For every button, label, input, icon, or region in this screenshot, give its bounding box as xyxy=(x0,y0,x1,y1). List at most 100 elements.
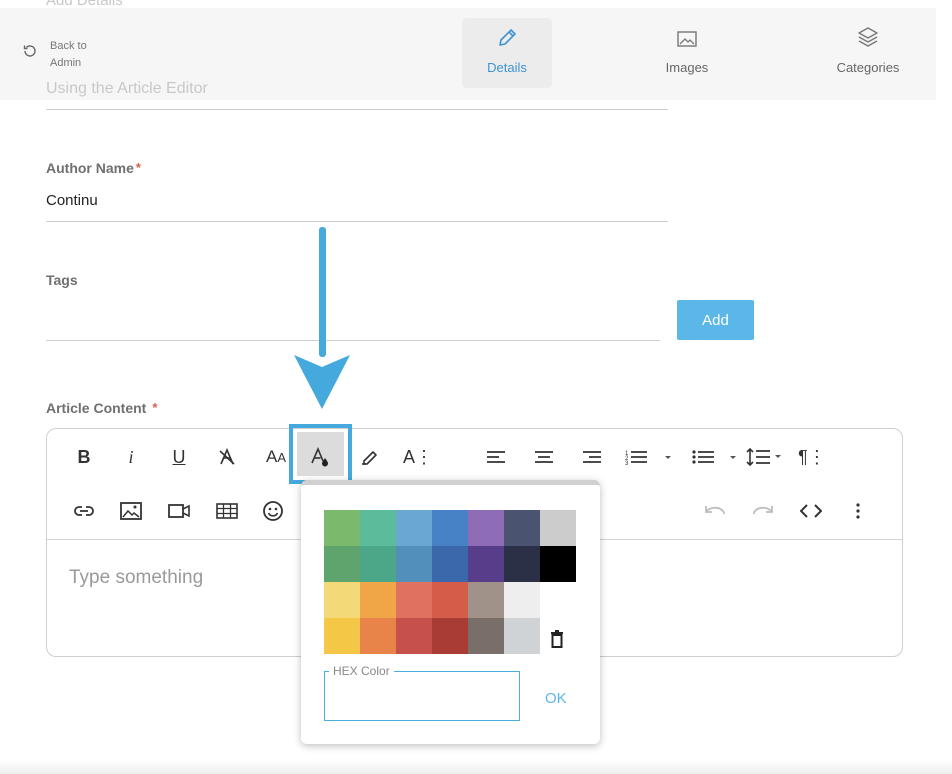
insert-video-button[interactable] xyxy=(162,494,196,528)
required-mark: * xyxy=(135,160,141,175)
color-picker-popup: HEX Color OK xyxy=(301,480,600,744)
color-swatch[interactable] xyxy=(540,510,576,546)
bold-button[interactable]: B xyxy=(67,440,101,474)
color-swatch[interactable] xyxy=(504,546,540,582)
text-color-highlight-annotation xyxy=(289,424,352,484)
redo-icon xyxy=(752,504,774,518)
italic-icon: i xyxy=(128,446,134,467)
link-button[interactable] xyxy=(67,494,101,528)
required-mark: * xyxy=(152,400,158,415)
code-view-button[interactable] xyxy=(794,494,828,528)
insert-table-button[interactable] xyxy=(210,494,244,528)
line-height-button[interactable] xyxy=(744,440,788,474)
hex-color-label: HEX Color xyxy=(329,664,394,678)
font-family-icon: A⋮ xyxy=(402,446,433,467)
align-right-icon xyxy=(582,449,602,465)
back-to-admin-link[interactable]: Back to Admin xyxy=(22,38,100,72)
subtitle-underline xyxy=(46,109,668,110)
font-family-button[interactable]: A⋮ xyxy=(401,440,435,474)
color-swatch[interactable] xyxy=(432,510,468,546)
highlight-button[interactable] xyxy=(352,440,386,474)
color-swatch[interactable] xyxy=(468,510,504,546)
add-tag-button[interactable]: Add xyxy=(677,300,754,340)
unordered-list-button[interactable] xyxy=(689,440,743,474)
video-icon xyxy=(168,503,190,519)
color-swatch[interactable] xyxy=(360,510,396,546)
color-swatch[interactable] xyxy=(504,510,540,546)
color-swatch[interactable] xyxy=(324,582,360,618)
remove-color-button[interactable] xyxy=(550,630,564,653)
color-swatch[interactable] xyxy=(468,618,504,654)
color-swatch[interactable] xyxy=(396,510,432,546)
article-content-label: Article Content * xyxy=(46,400,157,416)
color-swatch[interactable] xyxy=(504,618,540,654)
author-underline xyxy=(46,221,668,222)
underline-button[interactable]: U xyxy=(162,440,196,474)
author-name-label: Author Name * xyxy=(46,160,141,176)
back-link-label: Back to Admin xyxy=(50,40,87,69)
tab-images[interactable]: Images xyxy=(642,18,732,88)
svg-text:3: 3 xyxy=(625,461,629,466)
align-center-icon xyxy=(534,449,554,465)
tab-images-label: Images xyxy=(665,60,709,75)
editor-placeholder[interactable]: Type something xyxy=(69,567,203,589)
tags-underline xyxy=(46,340,660,341)
bold-icon: B xyxy=(77,446,91,467)
color-swatch[interactable] xyxy=(396,618,432,654)
align-left-button[interactable] xyxy=(479,440,513,474)
redo-button[interactable] xyxy=(746,494,780,528)
color-swatch[interactable] xyxy=(468,546,504,582)
color-swatch[interactable] xyxy=(324,510,360,546)
author-name-input[interactable]: Continu xyxy=(46,192,98,209)
color-swatch[interactable] xyxy=(432,546,468,582)
color-swatch[interactable] xyxy=(432,618,468,654)
undo-icon xyxy=(704,504,726,518)
align-right-button[interactable] xyxy=(575,440,609,474)
unordered-list-icon xyxy=(692,448,740,466)
color-swatch[interactable] xyxy=(324,546,360,582)
underline-icon: U xyxy=(172,446,186,467)
down-arrow-annotation xyxy=(292,225,352,416)
tab-details-label: Details xyxy=(487,60,527,75)
tab-categories-label: Categories xyxy=(836,60,900,75)
color-swatch[interactable] xyxy=(324,618,360,654)
ordered-list-button[interactable]: 123 xyxy=(622,440,676,474)
tab-categories[interactable]: Categories xyxy=(823,18,913,88)
article-content-label-text: Article Content xyxy=(46,400,147,416)
tags-input[interactable] xyxy=(46,300,660,338)
hex-color-input[interactable] xyxy=(324,671,520,721)
color-swatch[interactable] xyxy=(396,582,432,618)
more-vertical-icon xyxy=(856,503,860,519)
undo-button[interactable] xyxy=(698,494,732,528)
align-center-button[interactable] xyxy=(527,440,561,474)
code-icon xyxy=(800,504,822,518)
tab-details[interactable]: Details xyxy=(462,18,552,88)
color-swatch[interactable] xyxy=(504,582,540,618)
clear-format-button[interactable] xyxy=(210,440,244,474)
color-swatch[interactable] xyxy=(540,546,576,582)
font-size-icon: AA xyxy=(265,447,286,466)
clear-format-icon xyxy=(218,448,236,466)
insert-emoji-button[interactable] xyxy=(256,494,290,528)
color-swatch[interactable] xyxy=(360,618,396,654)
line-height-icon xyxy=(746,447,786,467)
color-swatch[interactable] xyxy=(360,582,396,618)
italic-button[interactable]: i xyxy=(114,440,148,474)
color-swatch[interactable] xyxy=(468,582,504,618)
color-swatch[interactable] xyxy=(432,582,468,618)
table-icon xyxy=(216,503,238,519)
ordered-list-icon: 123 xyxy=(625,448,673,466)
ok-button[interactable]: OK xyxy=(545,690,567,707)
highlighter-icon xyxy=(359,448,379,466)
image-icon xyxy=(676,29,698,52)
bottom-shadow xyxy=(0,760,952,774)
insert-image-button[interactable] xyxy=(114,494,148,528)
history-icon xyxy=(22,43,38,64)
layers-icon xyxy=(856,25,880,52)
more-options-button[interactable] xyxy=(841,494,875,528)
color-swatch[interactable] xyxy=(396,546,432,582)
paragraph-style-button[interactable]: ¶⋮ xyxy=(795,440,829,474)
trash-icon xyxy=(550,630,564,652)
color-swatch[interactable] xyxy=(360,546,396,582)
tags-label: Tags xyxy=(46,272,78,288)
